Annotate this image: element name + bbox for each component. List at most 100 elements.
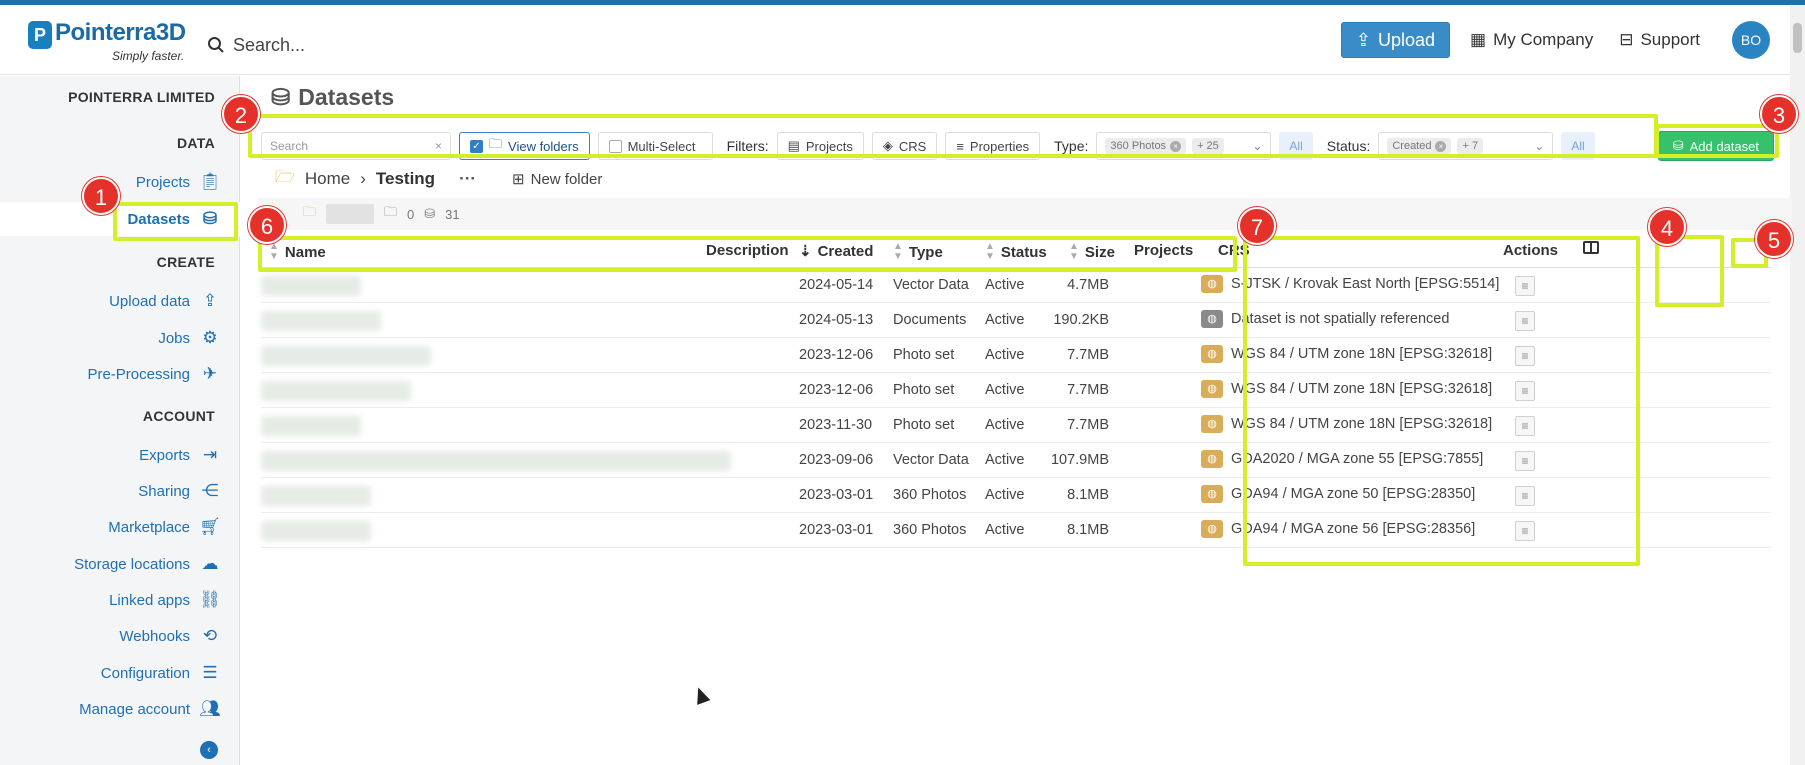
collapse-sidebar-chevron-icon[interactable]: ‹ bbox=[200, 741, 218, 759]
column-header-size[interactable]: ▲ ▼ Size bbox=[1069, 242, 1115, 262]
dataset-name-redacted[interactable] bbox=[261, 451, 731, 471]
subfolder-dataset-count: 31 bbox=[445, 206, 460, 222]
table-row[interactable]: 2023-12-06 Photo set Active 7.7MB ◍ WGS 84 / … bbox=[261, 338, 1771, 373]
row-actions-menu-icon[interactable]: ≡ bbox=[1515, 416, 1535, 436]
global-search-input[interactable]: Search... bbox=[233, 35, 305, 56]
dataset-name-redacted[interactable] bbox=[261, 311, 381, 331]
sidebar-item-manage-account[interactable]: Manage account 👥︎ bbox=[0, 692, 240, 726]
add-dataset-label: Add dataset bbox=[1689, 138, 1759, 154]
scrollbar-thumb[interactable] bbox=[1793, 23, 1802, 53]
sidebar-item-label: Manage account bbox=[79, 700, 190, 718]
column-label: Description bbox=[706, 242, 789, 259]
page-title-text: Datasets bbox=[298, 84, 395, 110]
type-chip[interactable]: 360 Photos × bbox=[1105, 138, 1187, 154]
view-folders-toggle[interactable]: ✓ 🗀︎ View folders bbox=[459, 132, 590, 160]
table-row[interactable]: 2023-09-06 Vector Data Active 107.9MB ◍ GDA20… bbox=[261, 443, 1771, 478]
cell-status: Active bbox=[985, 312, 1025, 328]
breadcrumb-home[interactable]: Home bbox=[305, 169, 350, 189]
dataset-name-redacted[interactable] bbox=[261, 486, 371, 506]
chevron-down-icon[interactable]: ⌄ bbox=[1534, 139, 1544, 153]
sidebar-item-exports[interactable]: Exports ⇥ bbox=[0, 438, 240, 472]
dataset-name-redacted[interactable] bbox=[261, 416, 361, 436]
filters-label: Filters: bbox=[726, 138, 769, 154]
dataset-name-redacted[interactable] bbox=[261, 521, 371, 541]
sidebar-item-webhooks[interactable]: Webhooks ⟲ bbox=[0, 619, 240, 653]
dataset-search-input[interactable]: Search × bbox=[261, 132, 451, 160]
table-row[interactable]: 2023-12-06 Photo set Active 7.7MB ◍ WGS 84 / … bbox=[261, 373, 1771, 408]
cell-status: Active bbox=[985, 487, 1025, 503]
table-row[interactable]: 2024-05-14 Vector Data Active 4.7MB ◍ S-JTSK … bbox=[261, 268, 1771, 303]
cell-crs: ◍ WGS 84 / UTM zone 18N [EPSG:32618] bbox=[1201, 380, 1492, 398]
gears-icon: ⚙ bbox=[202, 328, 218, 347]
projects-filter-button[interactable]: ▤ Projects bbox=[776, 132, 864, 160]
row-actions-menu-icon[interactable]: ≡ bbox=[1515, 486, 1535, 506]
column-label: Size bbox=[1084, 243, 1115, 261]
multi-select-toggle[interactable]: Multi-Select bbox=[597, 132, 713, 160]
table-row[interactable]: 2024-05-13 Documents Active 190.2KB ◍ Dataset… bbox=[261, 303, 1771, 338]
row-actions-menu-icon[interactable]: ≡ bbox=[1515, 311, 1535, 331]
new-folder-button[interactable]: ⊞ New folder bbox=[512, 170, 603, 189]
breadcrumb-current[interactable]: Testing bbox=[376, 169, 435, 189]
avatar[interactable]: BO bbox=[1732, 21, 1770, 59]
row-actions-menu-icon[interactable]: ≡ bbox=[1515, 276, 1535, 296]
dataset-name-redacted[interactable] bbox=[261, 346, 431, 366]
column-settings-button[interactable] bbox=[1583, 241, 1599, 254]
column-header-type[interactable]: ▲ ▼ Type bbox=[893, 242, 943, 262]
column-label: Name bbox=[284, 243, 326, 261]
plane-icon: ✈ bbox=[202, 364, 218, 383]
cloud-upload-icon: ☁ bbox=[201, 554, 219, 573]
breadcrumb-more-button[interactable]: ··· bbox=[459, 169, 476, 189]
chevron-down-icon[interactable]: ⌄ bbox=[1252, 139, 1262, 153]
crs-label: WGS 84 / UTM zone 18N [EPSG:32618] bbox=[1231, 380, 1493, 397]
status-select[interactable]: Created × + 7 ⌄ bbox=[1378, 132, 1554, 160]
my-company-link[interactable]: ▦ My Company bbox=[1464, 30, 1599, 50]
sidebar-item-datasets[interactable]: Datasets ⛁ bbox=[0, 202, 240, 236]
support-link[interactable]: ⊟ Support bbox=[1613, 30, 1706, 50]
datasets-table: ▲ ▼ Name Description ⇣ Created ▲ ▼ Type ▲ ▼ Sta… bbox=[261, 234, 1771, 548]
crs-icon: ◈ bbox=[882, 138, 893, 153]
row-actions-menu-icon[interactable]: ≡ bbox=[1515, 381, 1535, 401]
table-row[interactable]: 2023-03-01 360 Photos Active 8.1MB ◍ GDA94 / … bbox=[261, 513, 1771, 548]
chevron-right-icon: › bbox=[360, 169, 366, 188]
sidebar-item-storage-locations[interactable]: Storage locations ☁ bbox=[0, 547, 240, 581]
status-chip[interactable]: Created × bbox=[1387, 138, 1452, 154]
type-select[interactable]: 360 Photos × + 25 ⌄ bbox=[1096, 132, 1272, 160]
sidebar-item-projects[interactable]: Projects 📋︎ bbox=[0, 165, 240, 199]
global-search[interactable]: Search... bbox=[207, 30, 507, 60]
sidebar-item-sharing[interactable]: Sharing ⋲ bbox=[0, 474, 240, 508]
add-dataset-button[interactable]: ⛁ Add dataset bbox=[1657, 131, 1774, 161]
pointerra-logo[interactable]: P Pointerra3D Simply faster. bbox=[28, 19, 213, 65]
subfolder-folder-count: 0 bbox=[407, 206, 415, 222]
column-header-status[interactable]: ▲ ▼ Status bbox=[985, 242, 1047, 262]
dataset-name-redacted[interactable] bbox=[261, 381, 411, 401]
column-header-created[interactable]: ⇣ Created bbox=[799, 242, 873, 261]
sidebar-item-label: Jobs bbox=[158, 329, 190, 347]
annotation-badge-5: 5 bbox=[1755, 220, 1793, 258]
dataset-name-redacted[interactable] bbox=[261, 276, 361, 296]
sidebar-item-linked-apps[interactable]: Linked apps ⛓ bbox=[0, 583, 240, 617]
subfolder-row[interactable]: 🗀︎ 🗀︎ 0 ⛁ 31 bbox=[257, 198, 1792, 230]
sidebar-item-marketplace[interactable]: Marketplace 🛒︎ bbox=[0, 510, 240, 544]
clear-search-icon[interactable]: × bbox=[435, 139, 442, 153]
row-actions-menu-icon[interactable]: ≡ bbox=[1515, 451, 1535, 471]
remove-chip-icon[interactable]: × bbox=[1435, 140, 1447, 152]
sidebar-item-upload-data[interactable]: Upload data ⇪ bbox=[0, 284, 240, 318]
type-all-button[interactable]: All bbox=[1279, 132, 1313, 160]
cell-created: 2024-05-14 bbox=[799, 277, 874, 293]
crs-filter-button[interactable]: ◈ CRS bbox=[871, 132, 938, 160]
sidebar-item-jobs[interactable]: Jobs ⚙ bbox=[0, 321, 240, 355]
table-row[interactable]: 2023-03-01 360 Photos Active 8.1MB ◍ GDA94 / … bbox=[261, 478, 1771, 513]
column-label: Type bbox=[908, 243, 943, 261]
sidebar-item-preprocessing[interactable]: Pre-Processing ✈ bbox=[0, 357, 240, 391]
properties-filter-button[interactable]: ≡ Properties bbox=[945, 132, 1041, 160]
remove-chip-icon[interactable]: × bbox=[1170, 140, 1182, 152]
table-row[interactable]: 2023-11-30 Photo set Active 7.7MB ◍ WGS 84 / … bbox=[261, 408, 1771, 443]
sidebar-item-configuration[interactable]: Configuration ☰ bbox=[0, 656, 240, 690]
status-all-button[interactable]: All bbox=[1561, 132, 1595, 160]
column-header-name[interactable]: ▲ ▼ Name bbox=[269, 242, 326, 262]
upload-button[interactable]: ⇪ Upload bbox=[1340, 22, 1450, 58]
row-actions-menu-icon[interactable]: ≡ bbox=[1515, 521, 1535, 541]
row-actions-menu-icon[interactable]: ≡ bbox=[1515, 346, 1535, 366]
new-folder-label: New folder bbox=[530, 170, 603, 188]
globe-icon: ◍ bbox=[1201, 520, 1223, 538]
